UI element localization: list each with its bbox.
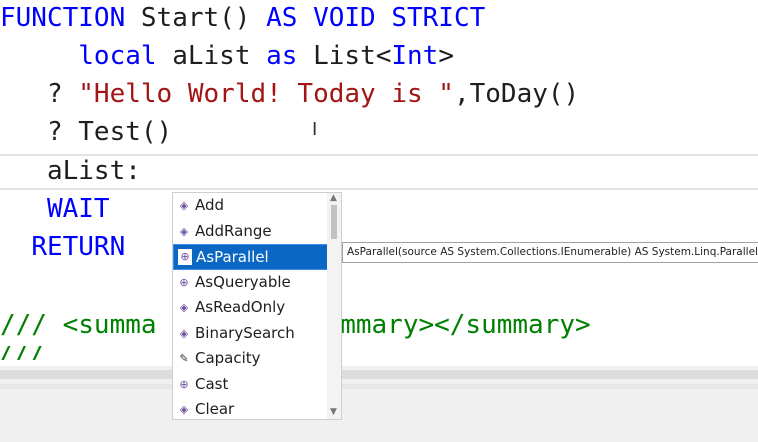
text-cursor-icon: I xyxy=(312,119,318,140)
completion-item[interactable]: ⊕ AsParallel xyxy=(173,244,328,270)
completion-items[interactable]: ◈ Add ◈ AddRange ⊕ AsParallel ⊕ AsQueryable ◈ AsR… xyxy=(173,193,328,423)
property-wrench-icon: ✎ xyxy=(179,352,189,365)
type-text: > xyxy=(438,41,454,71)
method-icon: ◈ xyxy=(179,199,189,212)
completion-item[interactable]: ◈ AsReadOnly xyxy=(173,295,328,321)
completion-item-label: AsParallel xyxy=(196,248,269,266)
scrollbar-thumb[interactable] xyxy=(331,205,337,239)
completion-item[interactable]: ◈ Add xyxy=(173,193,328,219)
function-name: Start() xyxy=(125,3,267,33)
completion-item-label: Cast xyxy=(195,374,229,393)
signature-tooltip: AsParallel(source AS System.Collections.… xyxy=(342,242,758,263)
method-icon: ◈ xyxy=(179,224,189,238)
completion-item-label: BinarySearch xyxy=(195,323,295,342)
statement: aList: xyxy=(46,156,141,186)
completion-item-label: Capacity xyxy=(195,349,261,367)
comment: ummary></summary> xyxy=(324,310,591,340)
completion-item[interactable]: ⊕ AsQueryable xyxy=(173,270,328,296)
extension-method-icon: ⊕ xyxy=(178,249,192,265)
completion-item[interactable]: ◈ AddRange xyxy=(173,219,328,245)
horizontal-scrollbar[interactable] xyxy=(0,366,758,442)
scroll-down-icon[interactable]: ▼ xyxy=(330,407,337,417)
completion-item[interactable]: ◈ Clear xyxy=(173,397,328,423)
code-editor[interactable]: FUNCTION Start() AS VOID STRICT local aL… xyxy=(0,0,758,442)
completion-item-label: AddRange xyxy=(195,221,272,240)
keyword: local xyxy=(78,41,157,71)
statement: ? xyxy=(46,79,79,109)
completion-item[interactable]: ⊕ Cast xyxy=(173,372,328,398)
code-line-4[interactable]: ? Test() xyxy=(0,114,172,150)
keyword: as xyxy=(266,41,298,71)
code-line-6[interactable]: WAIT xyxy=(0,191,110,227)
code-line-9-partial: /// xyxy=(0,346,758,360)
comment: /// <summa xyxy=(0,310,157,340)
keyword: WAIT xyxy=(46,194,110,224)
code-line-2[interactable]: local aList as List<Int> xyxy=(0,38,454,74)
completion-item[interactable]: ✎ Capacity xyxy=(173,346,328,372)
string-literal: "Hello World! Today is " xyxy=(78,79,454,109)
completion-scrollbar[interactable]: ▲ ▼ xyxy=(327,193,341,419)
comment: /// xyxy=(0,346,758,360)
statement: ? Test() xyxy=(46,117,173,147)
keyword: AS VOID STRICT xyxy=(266,3,486,33)
completion-item-label: Clear xyxy=(195,400,235,418)
scroll-up-icon[interactable]: ▲ xyxy=(330,193,337,203)
identifier: aList xyxy=(156,41,267,71)
completion-list[interactable]: ◈ Add ◈ AddRange ⊕ AsParallel ⊕ AsQueryable ◈ AsR… xyxy=(172,192,342,420)
extension-method-icon: ⊕ xyxy=(179,275,189,289)
statement: ,ToDay() xyxy=(453,79,580,109)
code-line-7[interactable]: RETURN xyxy=(0,229,125,265)
code-line-1[interactable]: FUNCTION Start() AS VOID STRICT xyxy=(0,0,485,36)
keyword: RETURN xyxy=(31,232,126,262)
method-icon: ◈ xyxy=(179,403,189,416)
keyword: FUNCTION xyxy=(0,3,126,33)
completion-item-label: Add xyxy=(195,196,225,214)
completion-item[interactable]: ◈ BinarySearch xyxy=(173,321,328,347)
extension-method-icon: ⊕ xyxy=(179,377,189,391)
code-line-5[interactable]: aList: xyxy=(0,153,141,189)
method-icon: ◈ xyxy=(179,326,189,340)
code-line-3[interactable]: ? "Hello World! Today is ",ToDay() xyxy=(0,76,579,112)
completion-item-label: AsReadOnly xyxy=(195,298,286,316)
type-text: List< xyxy=(297,41,392,71)
keyword: Int xyxy=(391,41,439,71)
scrollbar-track[interactable] xyxy=(0,370,758,379)
scrollbar-divider xyxy=(0,384,758,389)
method-icon: ◈ xyxy=(179,301,189,314)
completion-item-label: AsQueryable xyxy=(195,272,291,291)
